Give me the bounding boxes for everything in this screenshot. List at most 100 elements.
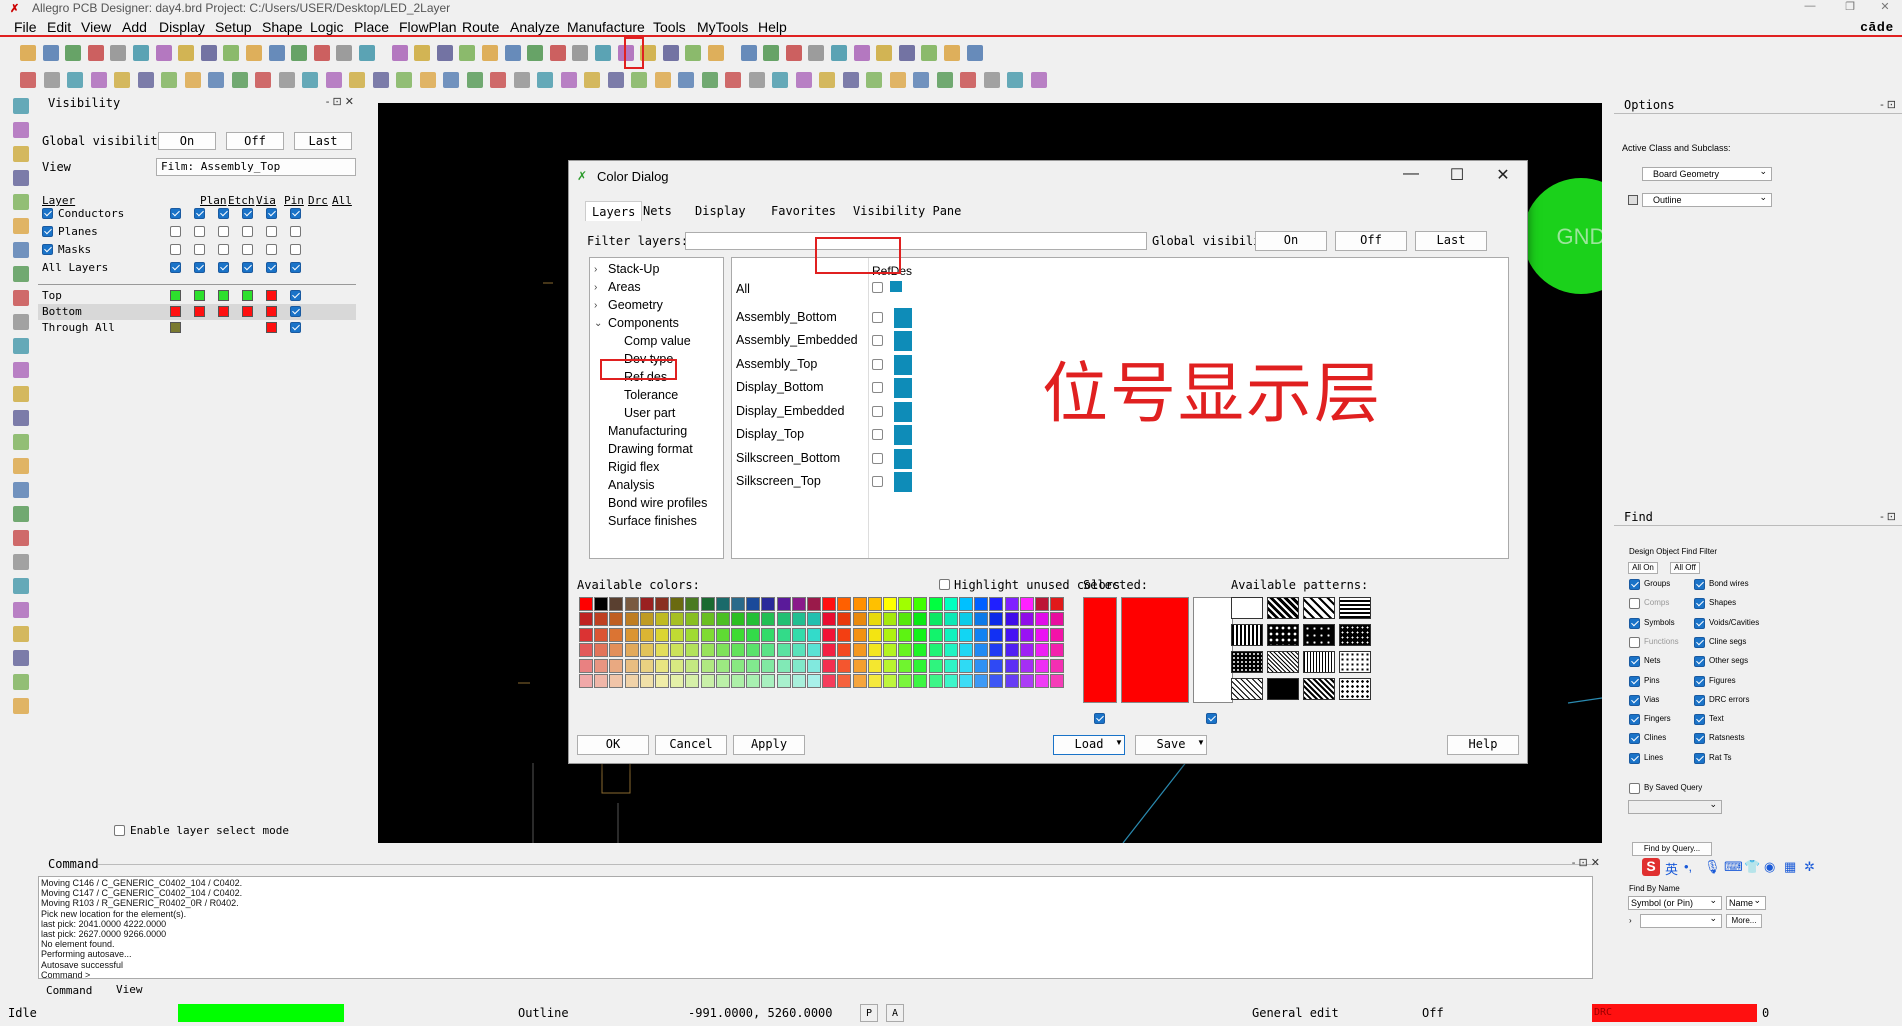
layer-visibility-checkbox[interactable] <box>242 208 253 219</box>
layer-visibility-checkbox[interactable] <box>290 262 301 273</box>
palette-color-cell[interactable] <box>1019 597 1034 611</box>
palette-color-cell[interactable] <box>1035 597 1049 611</box>
menu-setup[interactable]: Setup <box>215 19 252 35</box>
toolbar-tool-icon[interactable] <box>853 45 870 61</box>
palette-color-cell[interactable] <box>867 643 882 658</box>
palette-color-cell[interactable] <box>1050 643 1065 658</box>
palette-color-cell[interactable] <box>822 643 837 658</box>
close-window-icon[interactable]: ✕ <box>1870 0 1900 16</box>
tree-item[interactable]: Areas <box>608 280 641 294</box>
layer-color-swatch[interactable] <box>194 306 205 317</box>
palette-color-cell[interactable] <box>609 658 624 673</box>
palette-color-cell[interactable] <box>1035 627 1049 642</box>
minimize-icon[interactable]: — <box>1795 0 1825 16</box>
find-name-mode-select[interactable]: Name <box>1726 894 1766 910</box>
palette-color-cell[interactable] <box>898 674 913 688</box>
palette-color-cell[interactable] <box>715 658 730 673</box>
layer-visibility-checkbox[interactable] <box>290 226 301 237</box>
toolbar-tool-icon[interactable] <box>725 72 741 88</box>
find-panel-controls-icon[interactable]: - ⊡ <box>1880 510 1896 523</box>
ime-keyboard-icon[interactable]: ⌨ <box>1724 859 1743 875</box>
layer-visibility-checkbox[interactable] <box>266 244 277 255</box>
cancel-button[interactable]: Cancel <box>655 735 727 755</box>
layer-visibility-checkbox[interactable] <box>194 208 205 219</box>
palette-color-cell[interactable] <box>624 597 639 611</box>
ok-button[interactable]: OK <box>577 735 649 755</box>
palette-color-cell[interactable] <box>913 658 928 673</box>
palette-color-cell[interactable] <box>685 597 700 611</box>
dialog-minimize-icon[interactable]: — <box>1393 165 1429 185</box>
palette-color-cell[interactable] <box>594 612 609 627</box>
palette-color-cell[interactable] <box>822 658 837 673</box>
find-filter-checkbox[interactable] <box>1694 617 1705 629</box>
palette-color-cell[interactable] <box>974 674 989 688</box>
palette-color-cell[interactable] <box>1019 658 1034 673</box>
palette-color-cell[interactable] <box>928 627 943 642</box>
command-output[interactable]: Moving C146 / C_GENERIC_C0402_104 / C040… <box>38 876 1593 980</box>
menu-analyze[interactable]: Analyze <box>510 19 560 35</box>
toolbar-tool-icon[interactable] <box>278 72 295 88</box>
palette-color-cell[interactable] <box>1035 658 1049 673</box>
toolbar-tool-icon[interactable] <box>133 45 149 61</box>
palette-color-cell[interactable] <box>898 597 913 611</box>
toolbar-tool-icon[interactable] <box>1030 72 1047 88</box>
palette-color-cell[interactable] <box>655 674 669 688</box>
palette-color-cell[interactable] <box>852 643 867 658</box>
palette-color-cell[interactable] <box>746 643 761 658</box>
tab-display[interactable]: Display <box>689 201 752 221</box>
palette-color-cell[interactable] <box>898 658 913 673</box>
toolbar-tool-icon[interactable] <box>313 45 330 61</box>
menu-file[interactable]: File <box>14 19 37 35</box>
find-more-button[interactable]: More... <box>1726 914 1762 928</box>
palette-color-cell[interactable] <box>913 627 928 642</box>
group-expand-checkbox[interactable] <box>42 244 53 255</box>
palette-color-cell[interactable] <box>746 658 761 673</box>
palette-color-cell[interactable] <box>837 658 852 673</box>
layer-color-swatch[interactable] <box>266 322 277 333</box>
toolbar-tool-icon[interactable] <box>336 45 353 61</box>
subclass-color-swatch[interactable] <box>894 472 912 492</box>
toolstrip-tool-icon[interactable] <box>13 554 29 570</box>
find-filter-checkbox[interactable] <box>1694 714 1705 726</box>
palette-color-cell[interactable] <box>791 627 806 642</box>
find-all-on-button[interactable]: All On <box>1628 562 1658 574</box>
toolbar-tool-icon[interactable] <box>110 45 127 61</box>
toolbar-tool-icon[interactable] <box>372 72 389 88</box>
layer-color-swatch[interactable] <box>266 306 277 317</box>
toolbar-tool-icon[interactable] <box>155 45 172 61</box>
group-expand-checkbox[interactable] <box>42 208 53 219</box>
find-name-type-select[interactable]: Symbol (or Pin) <box>1628 894 1722 910</box>
palette-color-cell[interactable] <box>943 627 958 642</box>
palette-color-cell[interactable] <box>579 612 593 627</box>
tree-item[interactable]: User part <box>624 406 675 420</box>
palette-color-cell[interactable] <box>791 612 806 627</box>
palette-color-cell[interactable] <box>943 597 958 611</box>
toolbar-tool-icon[interactable] <box>631 72 647 88</box>
toolbar-tool-icon[interactable] <box>349 72 365 88</box>
find-filter-checkbox[interactable] <box>1694 636 1705 648</box>
active-subclass-select[interactable]: Outline <box>1642 191 1772 207</box>
toolbar-tool-icon[interactable] <box>748 72 765 88</box>
toolbar-tool-icon[interactable] <box>584 72 600 88</box>
toolbar-tool-icon[interactable] <box>90 72 107 88</box>
toolbar-tool-icon[interactable] <box>419 72 436 88</box>
palette-color-cell[interactable] <box>700 612 715 627</box>
palette-color-cell[interactable] <box>807 612 821 627</box>
apply-button[interactable]: Apply <box>733 735 805 755</box>
toolbar-tool-icon[interactable] <box>537 72 553 88</box>
toolbar-tool-icon[interactable] <box>936 72 953 88</box>
palette-color-cell[interactable] <box>609 643 624 658</box>
palette-color-cell[interactable] <box>837 612 852 627</box>
toolbar-tool-icon[interactable] <box>490 72 506 88</box>
pattern-swatch[interactable] <box>1267 624 1299 646</box>
toolstrip-tool-icon[interactable] <box>13 458 29 474</box>
palette-color-cell[interactable] <box>685 674 700 688</box>
palette-color-cell[interactable] <box>883 658 897 673</box>
subclass-visibility-checkbox[interactable] <box>872 452 883 464</box>
palette-color-cell[interactable] <box>670 627 685 642</box>
palette-color-cell[interactable] <box>761 643 776 658</box>
palette-color-cell[interactable] <box>852 597 867 611</box>
toolstrip-tool-icon[interactable] <box>13 266 29 282</box>
palette-color-cell[interactable] <box>1050 627 1065 642</box>
toolbar-tool-icon[interactable] <box>325 72 342 88</box>
